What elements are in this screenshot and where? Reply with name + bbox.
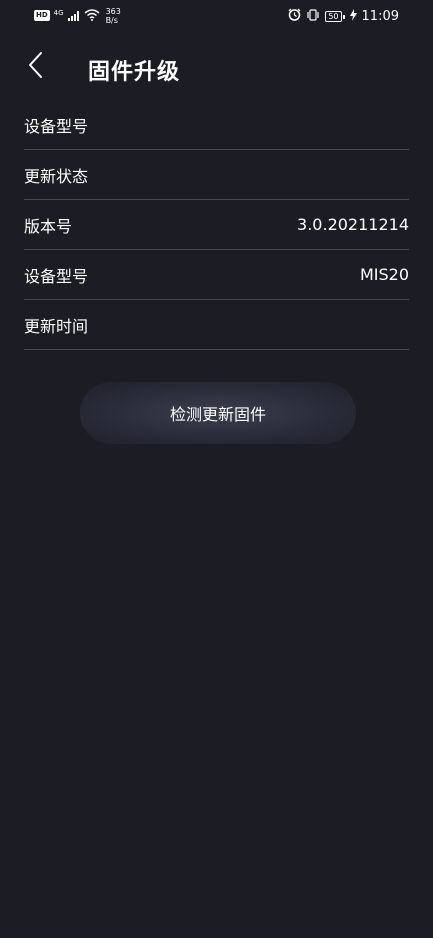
status-bar-left: HD 4G 363 B/s bbox=[34, 6, 121, 25]
row-label: 更新状态 bbox=[24, 166, 89, 186]
network-generation: 4G bbox=[53, 8, 64, 17]
back-button[interactable] bbox=[18, 50, 52, 84]
charging-icon bbox=[349, 8, 357, 25]
info-row-update-time: 更新时间 bbox=[24, 300, 409, 350]
battery-tip bbox=[342, 14, 345, 19]
network-speed-unit: B/s bbox=[105, 15, 118, 25]
hd-badge: HD bbox=[34, 10, 50, 21]
firmware-info-list: 设备型号 更新状态 版本号 3.0.20211214 设备型号 MIS20 更新… bbox=[24, 100, 409, 350]
alarm-icon bbox=[288, 8, 301, 25]
row-label: 更新时间 bbox=[24, 316, 89, 336]
chevron-left-icon bbox=[27, 51, 43, 83]
row-label: 设备型号 bbox=[24, 116, 89, 136]
network-speed-value: 363 bbox=[105, 6, 121, 16]
status-bar: HD 4G 363 B/s 50 11:09 bbox=[0, 0, 433, 32]
firmware-upgrade-screen: HD 4G 363 B/s 50 11:09 固件升级 设备型号 更新状态 版本… bbox=[0, 0, 433, 938]
info-row-update-status: 更新状态 bbox=[24, 150, 409, 200]
row-label: 设备型号 bbox=[24, 266, 89, 286]
page-title: 固件升级 bbox=[88, 60, 181, 85]
info-row-device-model: 设备型号 bbox=[24, 100, 409, 150]
info-row-device-model-value: 设备型号 MIS20 bbox=[24, 250, 409, 300]
battery-level: 50 bbox=[325, 11, 342, 22]
vibrate-icon bbox=[306, 8, 320, 25]
status-bar-right: 50 11:09 bbox=[288, 8, 399, 25]
row-label: 版本号 bbox=[24, 216, 73, 236]
status-time: 11:09 bbox=[361, 9, 399, 24]
row-value: MIS20 bbox=[359, 265, 409, 284]
network-speed: 363 B/s bbox=[106, 7, 121, 25]
battery-indicator: 50 bbox=[325, 11, 345, 22]
check-firmware-update-label: 检测更新固件 bbox=[169, 405, 266, 424]
info-row-version: 版本号 3.0.20211214 bbox=[24, 200, 409, 250]
check-firmware-update-button[interactable]: 检测更新固件 bbox=[80, 382, 356, 444]
wifi-icon bbox=[84, 6, 100, 25]
header: 固件升级 bbox=[0, 46, 433, 90]
signal-icon bbox=[67, 6, 80, 25]
row-value: 3.0.20211214 bbox=[297, 215, 409, 234]
